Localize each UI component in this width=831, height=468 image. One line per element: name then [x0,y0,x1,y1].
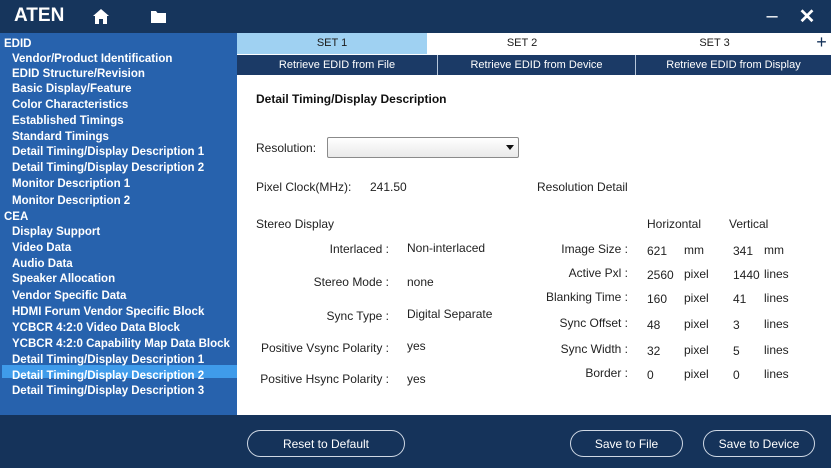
horizontal-value: 160 [647,292,668,306]
vertical-value: 341 [733,244,754,258]
title-bar: ATEN – ✕ [0,0,831,33]
sidebar-item[interactable]: Color Characteristics [12,99,128,112]
home-icon[interactable] [92,8,110,28]
retrieve-from-display-button[interactable]: Retrieve EDID from Display [636,55,831,75]
horizontal-value: 621 [647,244,668,258]
vertical-unit: lines [764,343,789,357]
sidebar-section-header: CEA [4,211,29,223]
sidebar-item[interactable]: Basic Display/Feature [12,83,132,96]
section-title: Detail Timing/Display Description [256,92,447,106]
horizontal-unit: pixel [684,317,709,331]
sidebar-item[interactable]: Established Timings [12,115,124,128]
horizontal-unit: pixel [684,343,709,357]
detail-label: Sync Width : [560,342,628,356]
horizontal-value: 32 [647,344,661,358]
sidebar-footer [0,415,237,468]
tab-set-1[interactable]: SET 1 [237,33,427,54]
sidebar-item[interactable]: Detail Timing/Display Description 1 [12,354,204,367]
vsync-polarity-value: yes [407,339,426,353]
folder-icon[interactable] [151,10,166,26]
vertical-value: 3 [733,318,740,332]
detail-label: Image Size : [561,242,628,256]
sidebar-item[interactable]: Monitor Description 2 [12,195,130,208]
retrieve-from-file-button[interactable]: Retrieve EDID from File [237,55,438,75]
hsync-polarity-value: yes [407,372,426,386]
vertical-unit: lines [764,291,789,305]
stereo-mode-label: Stereo Mode : [313,275,389,289]
sync-type-label: Sync Type : [326,309,389,323]
close-button[interactable]: ✕ [797,4,817,29]
interlaced-label: Interlaced : [329,242,389,256]
horizontal-value: 2560 [647,268,674,282]
vertical-header: Vertical [729,217,769,231]
horizontal-unit: pixel [684,267,709,281]
horizontal-header: Horizontal [647,217,702,231]
horizontal-unit: mm [684,243,704,257]
vertical-unit: lines [764,267,789,281]
sidebar-item[interactable]: Vendor/Product Identification [12,53,172,66]
minimize-button[interactable]: – [762,5,782,28]
sidebar-item[interactable]: Detail Timing/Display Description 3 [12,385,204,398]
save-to-file-button[interactable]: Save to File [570,430,683,457]
chevron-down-icon [506,145,514,150]
detail-label: Border : [585,366,628,380]
sidebar-item[interactable]: HDMI Forum Vendor Specific Block [12,306,204,319]
vertical-value: 1440 [733,268,760,282]
sidebar-item[interactable]: Video Data [12,242,71,255]
interlaced-value: Non-interlaced [407,241,486,255]
sidebar-section-header: EDID [4,38,32,50]
horizontal-value: 0 [647,368,654,382]
tab-set-2[interactable]: SET 2 [427,33,617,54]
sidebar-item[interactable]: Standard Timings [12,131,109,144]
resolution-detail-label: Resolution Detail [537,180,628,194]
main-panel: SET 1 SET 2 SET 3 + Retrieve EDID from F… [237,33,831,415]
sidebar-item[interactable]: EDID Structure/Revision [12,68,145,81]
reset-to-default-button[interactable]: Reset to Default [247,430,405,457]
sidebar-item[interactable]: Vendor Specific Data [12,290,126,303]
sidebar-item[interactable]: Detail Timing/Display Description 1 [12,146,204,159]
retrieve-from-device-button[interactable]: Retrieve EDID from Device [438,55,636,75]
sidebar-item[interactable]: YCBCR 4:2:0 Capability Map Data Block [12,338,230,351]
sidebar-item[interactable]: Audio Data [12,258,73,271]
vsync-polarity-label: Positive Vsync Polarity : [260,341,389,355]
save-to-device-button[interactable]: Save to Device [703,430,815,457]
pixel-clock-value: 241.50 [370,180,407,194]
set-tabs: SET 1 SET 2 SET 3 + [237,33,831,54]
footer-bar: Reset to Default Save to File Save to De… [237,415,831,468]
stereo-mode-value: none [407,275,434,289]
sidebar-item[interactable]: Monitor Description 1 [12,178,130,191]
resolution-label: Resolution: [256,141,317,155]
vertical-value: 41 [733,292,747,306]
tab-set-3[interactable]: SET 3 [617,33,812,54]
aten-logo: ATEN [14,5,65,26]
retrieve-bar: Retrieve EDID from File Retrieve EDID fr… [237,55,831,75]
sidebar-item[interactable]: Detail Timing/Display Description 2 [12,370,204,383]
sidebar-item[interactable]: Display Support [12,226,100,239]
hsync-polarity-label: Positive Hsync Polarity : [260,372,389,386]
sidebar: EDID Vendor/Product Identification EDID St… [0,33,237,415]
vertical-value: 5 [733,344,740,358]
sidebar-item[interactable]: YCBCR 4:2:0 Video Data Block [12,322,180,335]
add-set-button[interactable]: + [812,33,831,54]
horizontal-value: 48 [647,318,661,332]
detail-label: Blanking Time : [545,290,628,304]
horizontal-unit: pixel [684,291,709,305]
vertical-value: 0 [733,368,740,382]
sidebar-item[interactable]: Detail Timing/Display Description 2 [12,162,204,175]
detail-label: Sync Offset : [559,316,628,330]
vertical-unit: mm [764,243,784,257]
vertical-unit: lines [764,367,789,381]
pixel-clock-label: Pixel Clock(MHz): [256,180,352,194]
resolution-dropdown[interactable] [327,137,519,158]
sync-type-value: Digital Separate [407,307,493,321]
detail-label: Active Pxl : [568,266,628,280]
horizontal-unit: pixel [684,367,709,381]
stereo-display-label: Stereo Display [256,217,335,231]
sidebar-item[interactable]: Speaker Allocation [12,273,115,286]
vertical-unit: lines [764,317,789,331]
